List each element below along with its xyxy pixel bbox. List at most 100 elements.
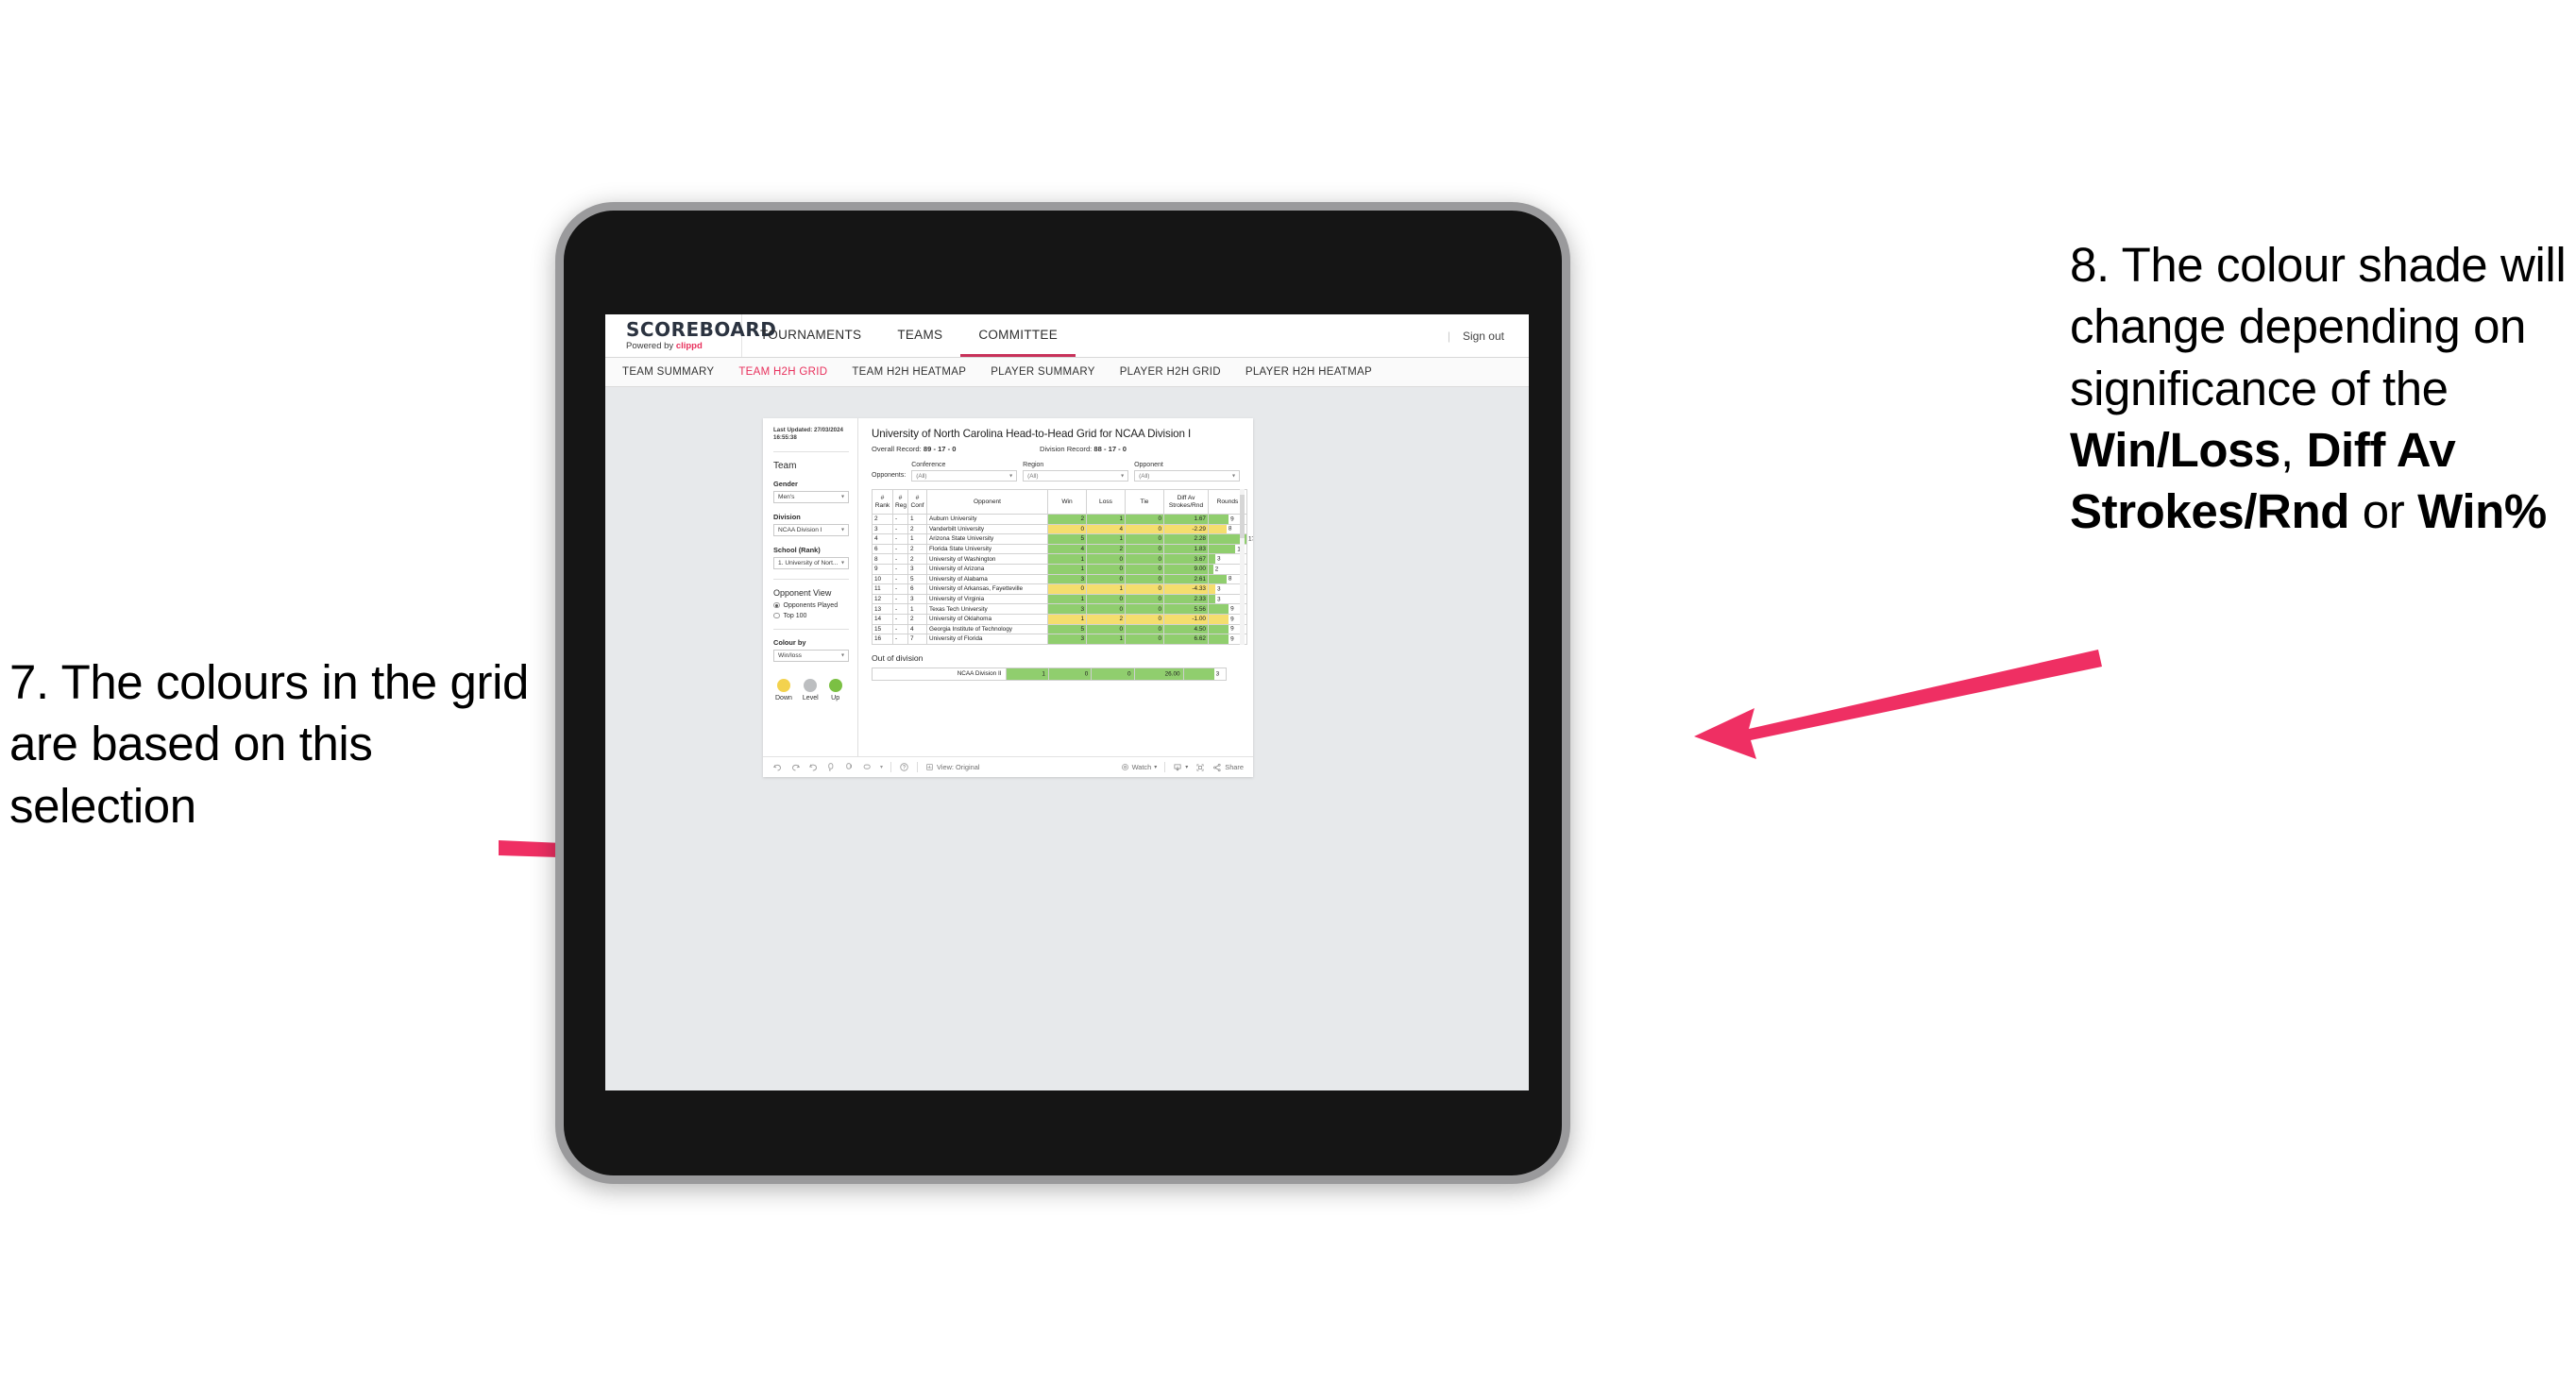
sub-nav: TEAM SUMMARY TEAM H2H GRID TEAM H2H HEAT… <box>605 358 1529 387</box>
division-record-value: 88 - 17 - 0 <box>1093 445 1127 453</box>
brand-logo: SCOREBOARD Powered by clippd <box>605 314 777 357</box>
table-scrollbar[interactable] <box>1240 489 1245 645</box>
cell-loss: 1 <box>1086 533 1126 545</box>
viz-canvas: Last Updated: 27/03/2024 16:55:38 Team G… <box>605 387 1529 1090</box>
view-original-button[interactable]: View: Original <box>925 763 979 771</box>
brand-name: SCOREBOARD <box>626 318 777 341</box>
region-select[interactable]: (All) ▾ <box>1023 470 1129 482</box>
help-icon[interactable] <box>899 762 909 772</box>
subnav-team-h2h-grid[interactable]: TEAM H2H GRID <box>738 366 827 378</box>
table-row[interactable]: 8-2 University of Washington 1 0 0 3.67 3 <box>872 553 1247 565</box>
table-row[interactable]: 2-1 Auburn University 2 1 0 1.67 9 <box>872 514 1247 525</box>
conference-select[interactable]: (All) ▾ <box>911 470 1018 482</box>
annotation-right: 8. The colour shade will change dependin… <box>2070 234 2576 542</box>
table-row[interactable]: 6-2Florida State University4201.8312 <box>872 543 1247 555</box>
th-loss[interactable]: Loss <box>1086 489 1126 515</box>
nav-tab-committee[interactable]: COMMITTEE <box>960 314 1076 357</box>
download-button[interactable]: ▾ <box>1173 763 1188 772</box>
cell-diff: 4.50 <box>1163 623 1209 635</box>
cell-tie: 0 <box>1125 573 1164 585</box>
pan-icon[interactable] <box>862 762 873 772</box>
sign-out-link[interactable]: Sign out <box>1463 330 1504 343</box>
radio-opponents-played[interactable]: Opponents Played <box>773 602 849 609</box>
school-select[interactable]: 1. University of Nort... ▾ <box>773 556 849 569</box>
th-conf[interactable]: # Conf <box>907 489 927 515</box>
cell-rank: 12 <box>872 593 893 605</box>
cell-loss: 0 <box>1086 553 1126 565</box>
h2h-table-head: # Rank # Reg # Conf Opponent Win Loss Tie D… <box>872 489 1247 515</box>
redo-icon[interactable] <box>790 762 801 772</box>
rounds-value: 2 <box>1214 566 1219 573</box>
cell-win: 1 <box>1047 613 1087 625</box>
divider-1 <box>773 450 849 452</box>
table-row[interactable]: 3-2 Vanderbilt University 0 4 0 -2.29 8 <box>872 523 1247 535</box>
gender-value: Men's <box>778 493 795 500</box>
colour-by-filter: Colour by Win/loss ▾ <box>773 638 849 662</box>
table-row[interactable]: 15-4 Georgia Institute of Technology 5 0 0 4.… <box>872 623 1247 635</box>
pause-icon[interactable] <box>844 762 855 772</box>
table-row[interactable]: 16-7 University of Florida 3 1 0 6.62 9 <box>872 634 1247 645</box>
ood-tie: 0 <box>1091 667 1135 681</box>
cell-opponent: Florida State University <box>926 543 1048 555</box>
nav-tab-tournaments[interactable]: TOURNAMENTS <box>742 314 879 357</box>
subnav-player-summary[interactable]: PLAYER SUMMARY <box>991 366 1095 378</box>
opponent-select[interactable]: (All) ▾ <box>1134 470 1241 482</box>
radio-icon-selected <box>773 601 780 609</box>
subnav-team-summary[interactable]: TEAM SUMMARY <box>622 366 714 378</box>
th-diff-av-strokes[interactable]: Diff Av Strokes/Rnd <box>1163 489 1209 515</box>
chevron-down-icon[interactable]: ▾ <box>880 764 883 770</box>
fullscreen-icon[interactable] <box>1195 763 1205 772</box>
cell-opponent: Auburn University <box>926 514 1048 525</box>
rounds-value: 8 <box>1228 525 1232 532</box>
cell-loss: 0 <box>1086 623 1126 635</box>
th-tie[interactable]: Tie <box>1125 489 1164 515</box>
cell-loss: 0 <box>1086 603 1126 615</box>
table-scrollbar-thumb[interactable] <box>1240 495 1245 538</box>
watch-button[interactable]: Watch ▾ <box>1121 763 1157 771</box>
main-nav: TOURNAMENTS TEAMS COMMITTEE <box>742 314 1076 357</box>
table-row[interactable]: 9-3 University of Arizona 1 0 0 9.00 2 <box>872 563 1247 575</box>
colour-by-label: Colour by <box>773 637 806 647</box>
divider-3 <box>773 628 849 630</box>
subnav-player-h2h-heatmap[interactable]: PLAYER H2H HEATMAP <box>1246 366 1372 378</box>
undo-icon[interactable] <box>772 762 783 772</box>
division-select[interactable]: NCAA Division I ▾ <box>773 523 849 536</box>
th-opponent[interactable]: Opponent <box>926 489 1048 515</box>
cell-win: 0 <box>1047 523 1087 535</box>
table-row[interactable]: 14-2 University of Oklahoma 1 2 0 -1.00 9 <box>872 613 1247 625</box>
radio-top-100[interactable]: Top 100 <box>773 613 849 619</box>
gender-label: Gender <box>773 479 798 488</box>
cell-conf: 1 <box>907 603 927 615</box>
rounds-value: 17 <box>1248 535 1253 543</box>
cell-opponent: University of Arizona <box>926 563 1048 575</box>
rounds-bar <box>1209 624 1229 634</box>
cell-loss: 0 <box>1086 573 1126 585</box>
share-button[interactable]: Share <box>1212 763 1244 772</box>
colour-by-select[interactable]: Win/loss ▾ <box>773 649 849 662</box>
rounds-bar <box>1209 574 1227 584</box>
revert-icon[interactable] <box>808 762 819 772</box>
refresh-icon[interactable] <box>826 762 837 772</box>
rounds-bar <box>1209 594 1216 604</box>
table-row[interactable]: 4-1Arizona State University5102.2817 <box>872 533 1253 545</box>
table-row[interactable]: 11-6 University of Arkansas, Fayetteville… <box>872 583 1247 595</box>
th-win[interactable]: Win <box>1047 489 1087 515</box>
subnav-player-h2h-grid[interactable]: PLAYER H2H GRID <box>1120 366 1221 378</box>
subnav-team-h2h-heatmap[interactable]: TEAM H2H HEATMAP <box>852 366 966 378</box>
opponent-filters: Opponents: Conference (All) ▾ Region (Al… <box>872 462 1241 482</box>
th-reg[interactable]: # Reg <box>892 489 908 515</box>
cell-tie: 0 <box>1125 523 1164 535</box>
nav-tab-teams[interactable]: TEAMS <box>879 314 960 357</box>
colour-by-value: Win/loss <box>778 651 802 659</box>
cell-win: 2 <box>1047 514 1087 525</box>
gender-select[interactable]: Men's ▾ <box>773 490 849 503</box>
th-rank[interactable]: # Rank <box>872 489 893 515</box>
cell-conf: 3 <box>907 563 927 575</box>
school-filter: School (Rank) 1. University of Nort... ▾ <box>773 546 849 569</box>
table-row[interactable]: 12-3 University of Virginia 1 0 0 2.33 3 <box>872 593 1247 605</box>
cell-reg: - <box>892 553 908 565</box>
table-row[interactable]: 13-1 Texas Tech University 3 0 0 5.56 9 <box>872 603 1247 615</box>
legend-item-level: Level <box>803 678 819 701</box>
table-row[interactable]: 10-5 University of Alabama 3 0 0 2.61 8 <box>872 573 1247 585</box>
annotation-right-mid2: or <box>2349 484 2418 539</box>
